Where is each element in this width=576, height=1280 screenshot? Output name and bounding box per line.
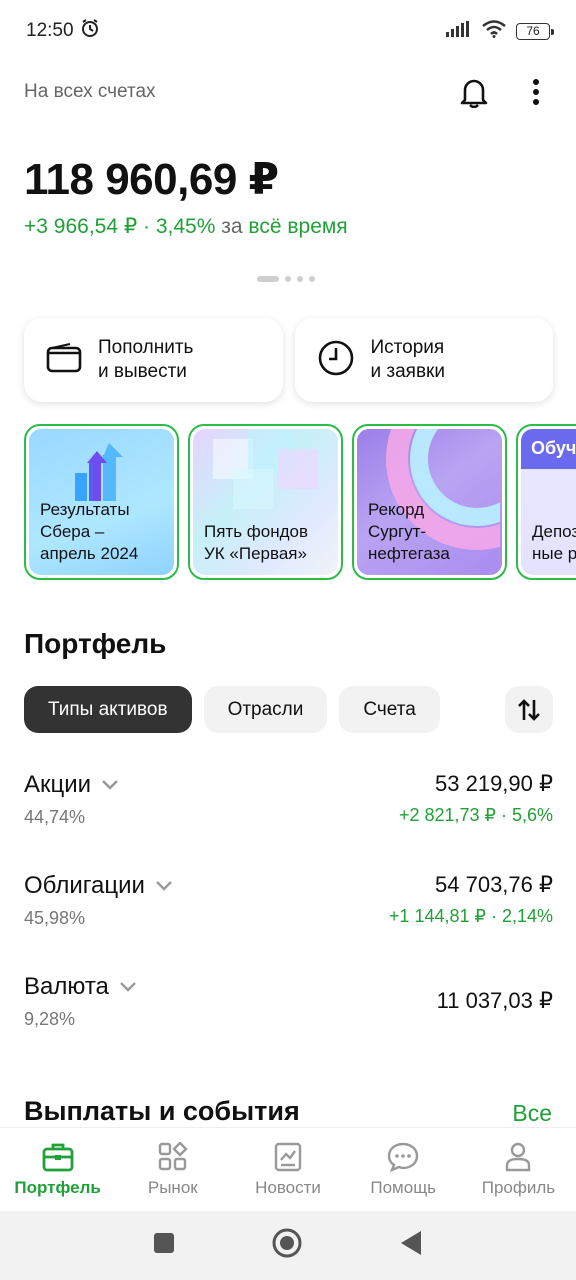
profile-icon (506, 1142, 531, 1171)
asset-share: 9,28% (24, 1009, 76, 1029)
nav-news[interactable]: Новости (230, 1128, 345, 1211)
asset-row-currency[interactable]: Валюта 9,28% 11 037,03 ₽ (24, 973, 553, 1043)
portfolio-total-value: 118 960,69 ₽ (24, 155, 279, 204)
chevron-down-icon[interactable] (101, 779, 119, 791)
payouts-events-title: Выплаты и события (24, 1096, 300, 1126)
chip-accounts[interactable]: Счета (339, 686, 440, 733)
bell-icon[interactable] (458, 76, 490, 108)
story-title: Депоз ные р (532, 522, 576, 563)
status-left: 12:50 (26, 18, 100, 44)
asset-row-bonds[interactable]: Облигации 45,98% 54 703,76 ₽ +1 144,81 ₽… (24, 872, 553, 942)
nav-market[interactable]: Рынок (115, 1128, 230, 1211)
asset-name: Облигации (24, 872, 173, 900)
market-icon (158, 1141, 188, 1170)
asset-name: Валюта (24, 973, 137, 1001)
briefcase-icon (42, 1143, 73, 1171)
story-title: Результаты Сбера – апрель 2024 (40, 500, 139, 563)
wifi-icon (482, 19, 506, 43)
accounts-selector[interactable]: На всех счетах (24, 81, 156, 103)
asset-share: 44,74% (24, 807, 86, 827)
bottom-nav: Портфель Рынок Новости Помощь Профиль (0, 1127, 576, 1211)
back-icon[interactable] (399, 1230, 423, 1261)
nav-label: Помощь (370, 1177, 437, 1197)
signal-icon (446, 20, 472, 42)
deposit-withdraw-label: Пополнить и вывести (98, 337, 194, 382)
chat-icon (388, 1142, 419, 1172)
asset-value: 11 037,03 ₽ (436, 988, 553, 1013)
nav-label: Новости (255, 1177, 321, 1197)
asset-share: 45,98% (24, 908, 86, 928)
recents-icon[interactable] (153, 1232, 175, 1259)
asset-change: +2 821,73 ₽ · 5,6% (398, 805, 553, 825)
story-tag: Обуч (521, 429, 576, 469)
chart-arrows-icon (75, 443, 123, 501)
asset-change: +1 144,81 ₽ · 2,14% (388, 906, 553, 926)
carousel-dot (297, 276, 303, 282)
carousel-dot (309, 276, 315, 282)
clock-icon (317, 339, 355, 382)
story-card[interactable]: Результаты Сбера – апрель 2024 (24, 424, 179, 580)
history-requests-button[interactable]: История и заявки (294, 318, 553, 402)
change-mid: за (221, 215, 243, 238)
story-card[interactable]: Рекорд Сургут- нефтегаза (352, 424, 507, 580)
alarm-icon (80, 18, 100, 44)
payouts-all-link[interactable]: Все (512, 1100, 552, 1127)
story-title: Рекорд Сургут- нефтегаза (368, 500, 450, 563)
asset-row-stocks[interactable]: Акции 44,74% 53 219,90 ₽ +2 821,73 ₽ · 5… (24, 771, 553, 841)
asset-value: 54 703,76 ₽ (435, 872, 553, 897)
carousel-indicator (257, 276, 315, 282)
more-options-icon[interactable] (520, 76, 552, 108)
stories-carousel: Результаты Сбера – апрель 2024 Пять фонд… (24, 424, 576, 582)
carousel-dot (285, 276, 291, 282)
portfolio-change: +3 966,54 ₽ · 3,45% за всё время (24, 214, 348, 239)
system-navigation-bar (0, 1211, 576, 1280)
asset-name-label: Облигации (24, 872, 145, 899)
nav-profile[interactable]: Профиль (461, 1128, 576, 1211)
chevron-down-icon[interactable] (119, 981, 137, 993)
news-icon (274, 1142, 302, 1171)
story-card[interactable]: Пять фондов УК «Первая» (188, 424, 343, 580)
nav-label: Рынок (147, 1177, 198, 1197)
chevron-down-icon[interactable] (155, 880, 173, 892)
quick-actions: Пополнить и вывести История и заявки (24, 318, 553, 402)
story-card[interactable]: Обуч Депоз ные р (516, 424, 576, 580)
battery-indicator: 76 (516, 22, 554, 40)
sort-button[interactable] (505, 686, 553, 733)
story-title: Пять фондов УК «Первая» (204, 522, 309, 563)
portfolio-title: Портфель (24, 628, 167, 659)
chip-industries[interactable]: Отрасли (203, 686, 328, 733)
wallet-icon (46, 342, 82, 378)
header-icons (458, 76, 552, 108)
deposit-withdraw-button[interactable]: Пополнить и вывести (24, 318, 283, 402)
header: На всех счетах (0, 70, 576, 114)
change-period-selector[interactable]: всё время (248, 215, 347, 238)
portfolio-filter-chips: Типы активов Отрасли Счета (24, 686, 440, 733)
sort-icon (518, 698, 540, 721)
asset-value: 53 219,90 ₽ (435, 771, 553, 796)
status-time: 12:50 (26, 20, 74, 41)
carousel-dot-active (257, 276, 279, 282)
chip-asset-types[interactable]: Типы активов (24, 686, 192, 733)
asset-name: Акции (24, 771, 119, 799)
asset-name-label: Валюта (24, 973, 109, 1000)
glass-cubes-image (213, 429, 318, 509)
status-bar: 12:50 76 (0, 0, 576, 62)
change-value: +3 966,54 ₽ · 3,45% (24, 215, 216, 238)
asset-name-label: Акции (24, 771, 92, 798)
nav-label: Профиль (481, 1177, 556, 1197)
home-icon[interactable] (271, 1227, 303, 1264)
nav-label: Портфель (14, 1177, 101, 1197)
status-right: 76 (446, 19, 554, 43)
nav-help[interactable]: Помощь (346, 1128, 461, 1211)
nav-portfolio[interactable]: Портфель (0, 1128, 115, 1211)
history-requests-label: История и заявки (370, 337, 445, 382)
